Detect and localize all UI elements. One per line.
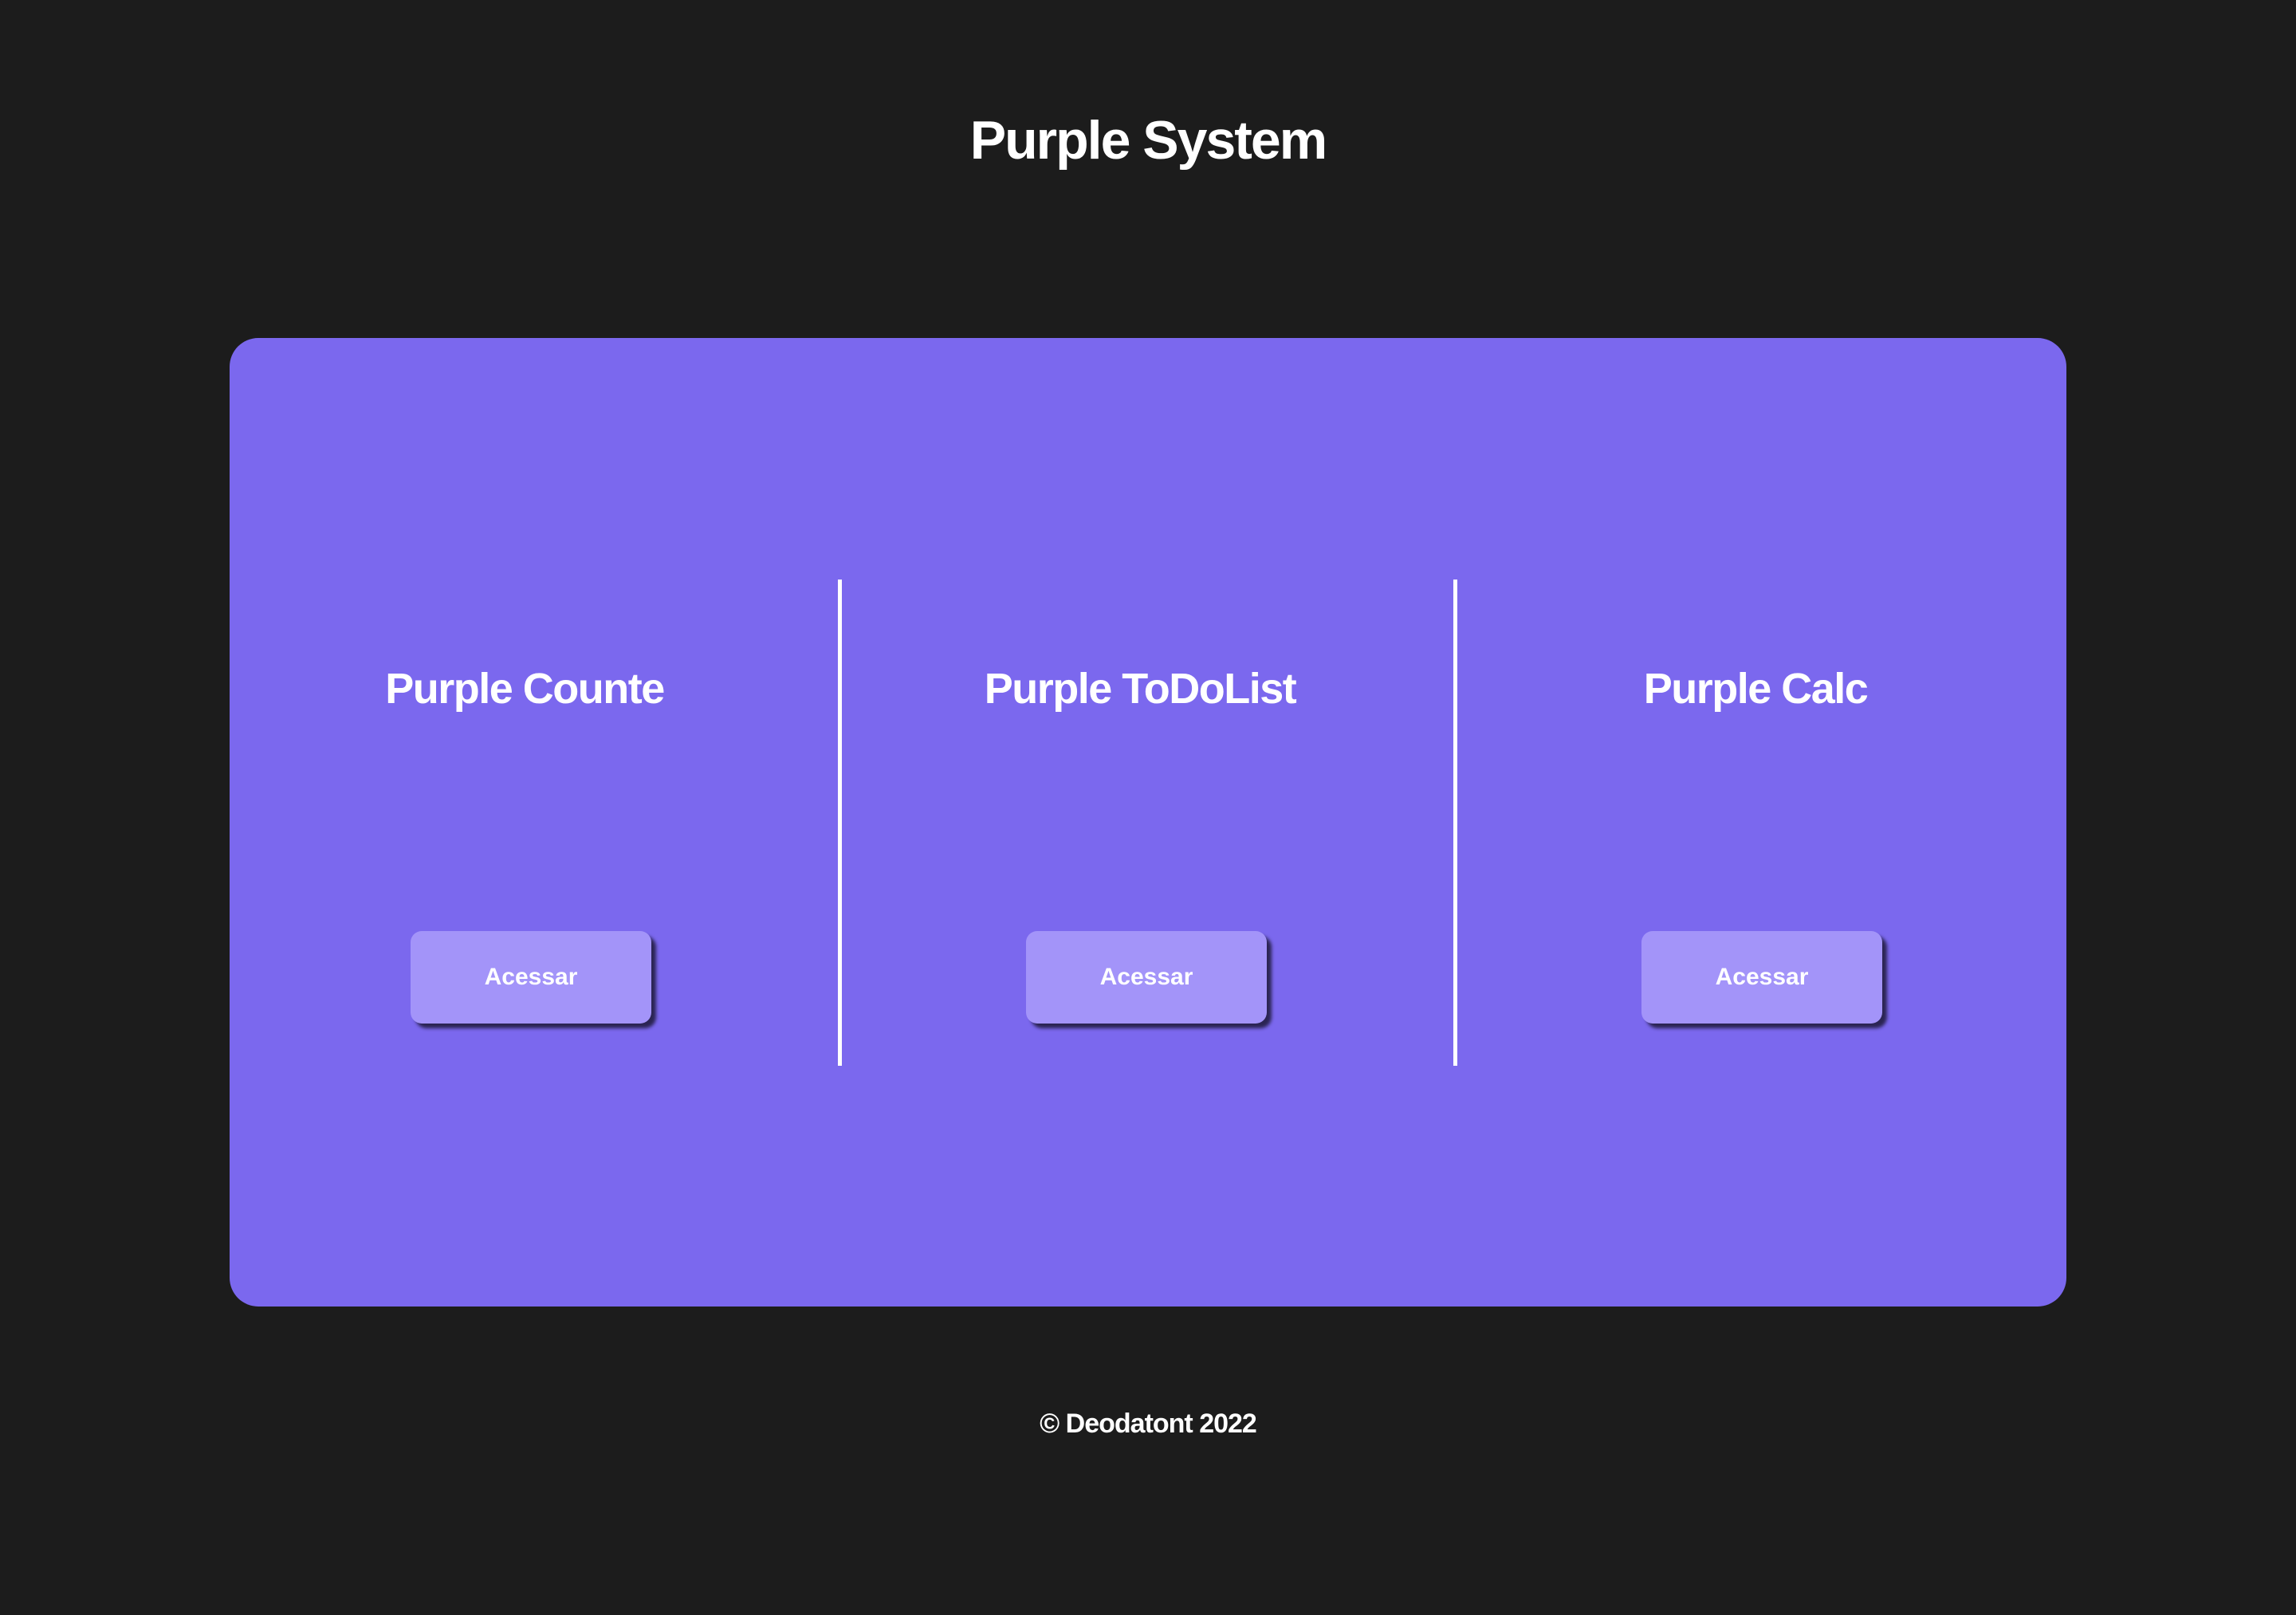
app-card-counter: Purple Counte Acessar (230, 338, 820, 1307)
apps-panel: Purple Counte Acessar Purple ToDoList Ac… (230, 338, 2066, 1307)
app-title-todolist: Purple ToDoList (984, 665, 1297, 713)
access-counter-button[interactable]: Acessar (411, 931, 651, 1024)
app-title-counter: Purple Counte (385, 665, 665, 713)
access-todolist-button[interactable]: Acessar (1026, 931, 1267, 1024)
column-divider (1453, 580, 1457, 1066)
app-card-todolist: Purple ToDoList Acessar (845, 338, 1435, 1307)
page-title: Purple System (969, 110, 1327, 171)
column-divider (838, 580, 842, 1066)
app-card-calc: Purple Calc Acessar (1461, 338, 2050, 1307)
app-title-calc: Purple Calc (1643, 665, 1869, 713)
access-calc-button[interactable]: Acessar (1641, 931, 1882, 1024)
footer-copyright: © Deodatont 2022 (1040, 1409, 1257, 1439)
